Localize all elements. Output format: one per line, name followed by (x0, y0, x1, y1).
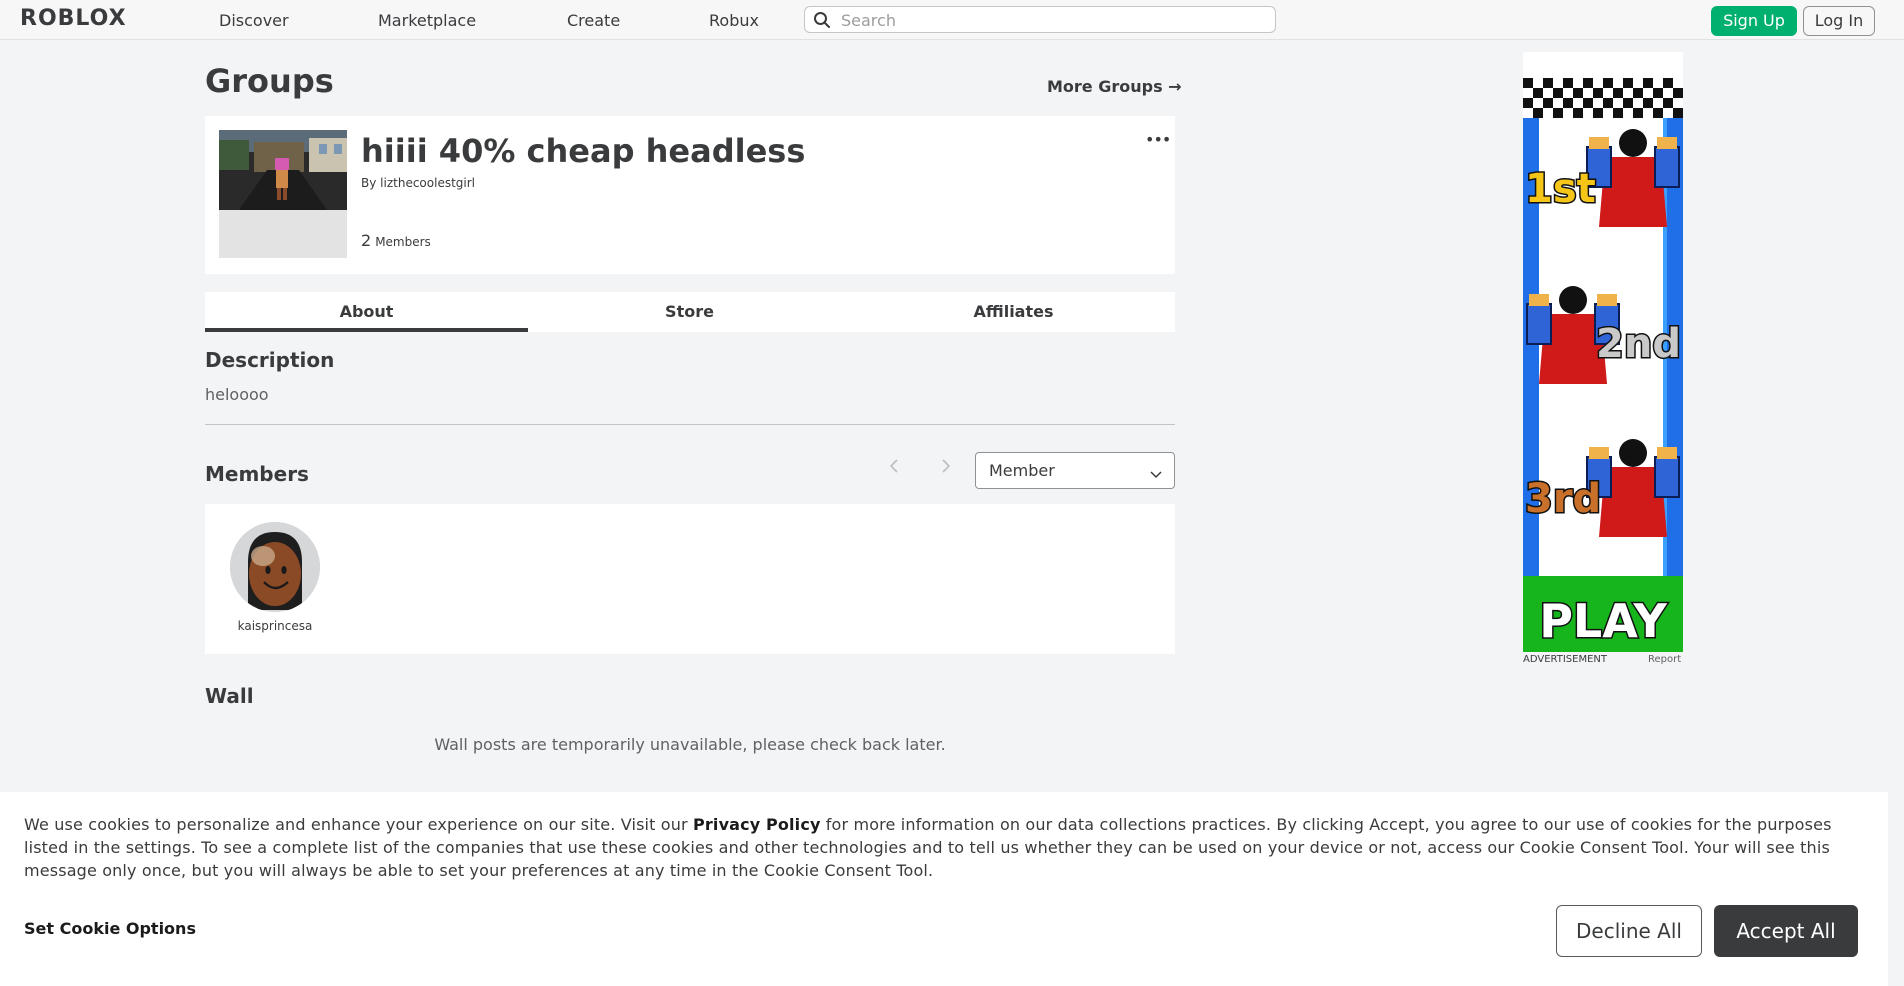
ad-place-label: 2nd (1596, 321, 1681, 367)
privacy-policy-link[interactable]: Privacy Policy (693, 815, 821, 834)
page-title: Groups (205, 62, 334, 100)
member-count: 2 Members (361, 231, 431, 250)
description-text: heloooo (205, 385, 269, 404)
tab-store[interactable]: Store (528, 292, 851, 332)
group-tabs: About Store Affiliates (205, 292, 1175, 332)
member-username[interactable]: kaisprincesa (225, 619, 325, 633)
group-name: hiiii 40% cheap headless (361, 132, 806, 170)
member-count-value: 2 (361, 231, 372, 250)
nav-marketplace[interactable]: Marketplace (378, 11, 476, 30)
search-icon[interactable] (813, 11, 831, 33)
cookie-message: We use cookies to personalize and enhanc… (24, 813, 1864, 882)
group-header-card: hiiii 40% cheap headless By lizthecooles… (205, 116, 1175, 274)
tab-affiliates[interactable]: Affiliates (852, 292, 1175, 332)
more-options-icon[interactable]: ••• (1145, 130, 1171, 149)
advertisement-banner[interactable]: 1st 2nd 3rd PLAY (1523, 52, 1683, 652)
ad-place-label: 3rd (1525, 476, 1601, 522)
accept-all-button[interactable]: Accept All (1714, 905, 1858, 957)
group-owner-link[interactable]: lizthecoolestgirl (380, 176, 475, 190)
cookie-banner: We use cookies to personalize and enhanc… (0, 792, 1888, 986)
by-label: By (361, 176, 377, 190)
sign-up-button[interactable]: Sign Up (1711, 6, 1797, 36)
search-input[interactable] (839, 9, 1263, 31)
member-card[interactable]: kaisprincesa (225, 522, 325, 633)
avatar[interactable] (230, 522, 320, 612)
section-divider (205, 424, 1175, 425)
search-box (804, 6, 1276, 33)
tab-about[interactable]: About (205, 292, 528, 332)
nav-discover[interactable]: Discover (219, 11, 289, 30)
roblox-logo[interactable]: ROBLOX (20, 6, 127, 31)
top-nav: ROBLOX Discover Marketplace Create Robux… (0, 0, 1904, 40)
ad-place-label: 1st (1525, 166, 1596, 212)
wall-unavailable-message: Wall posts are temporarily unavailable, … (434, 735, 946, 754)
wall-heading: Wall (205, 684, 254, 708)
nav-robux[interactable]: Robux (709, 11, 759, 30)
group-thumbnail (219, 130, 347, 258)
chevron-left-icon[interactable] (888, 457, 900, 480)
chevron-right-icon[interactable] (940, 457, 952, 480)
ad-play-label: PLAY (1539, 594, 1667, 648)
members-list: kaisprincesa (205, 504, 1175, 654)
chevron-down-icon (1150, 465, 1162, 484)
member-count-label: Members (375, 235, 431, 249)
log-in-button[interactable]: Log In (1803, 6, 1875, 36)
more-groups-link[interactable]: More Groups → (1047, 77, 1182, 96)
group-owner-line: By lizthecoolestgirl (361, 176, 475, 190)
role-select[interactable]: Member (975, 452, 1175, 489)
report-ad-link[interactable]: Report (1648, 654, 1681, 665)
advertisement-label: ADVERTISEMENT (1523, 654, 1608, 665)
set-cookie-options-link[interactable]: Set Cookie Options (24, 919, 196, 938)
nav-create[interactable]: Create (567, 11, 620, 30)
members-heading: Members (205, 462, 309, 486)
cookie-text-before: We use cookies to personalize and enhanc… (24, 815, 694, 834)
role-select-value: Member (989, 461, 1055, 480)
description-heading: Description (205, 348, 335, 372)
decline-all-button[interactable]: Decline All (1556, 905, 1702, 957)
